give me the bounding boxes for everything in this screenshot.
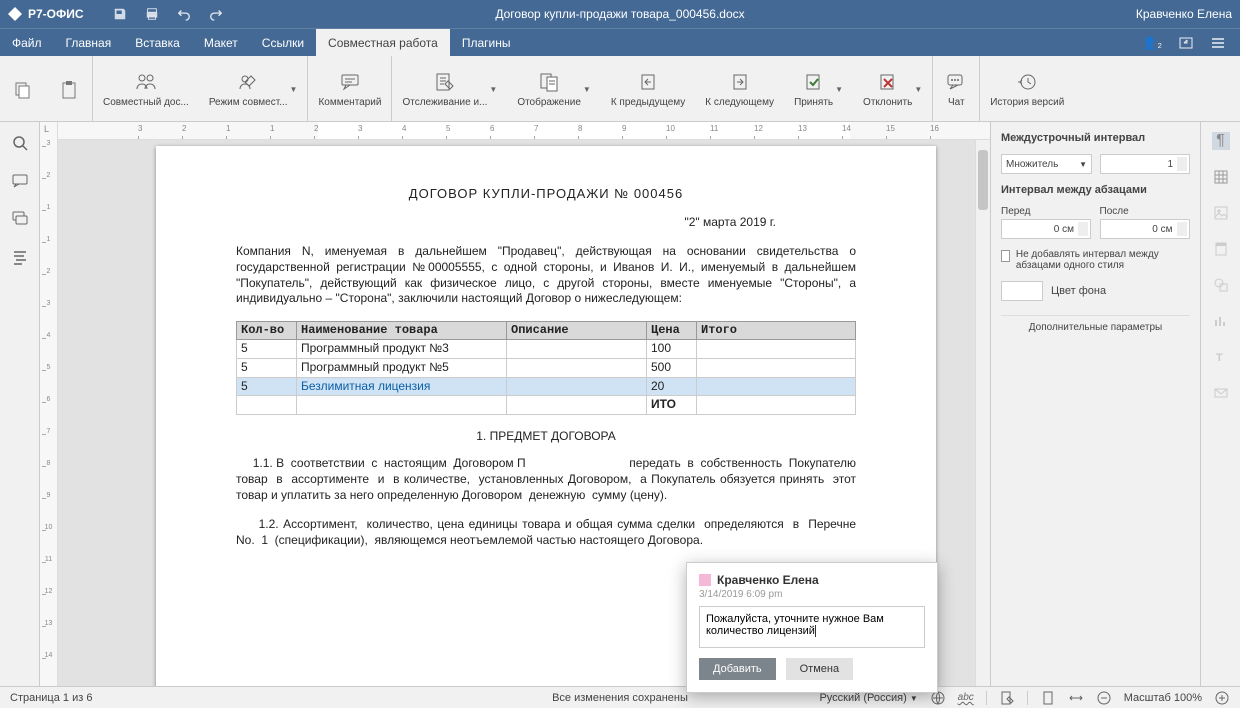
version-history-button[interactable]: История версий bbox=[980, 56, 1074, 121]
comment-textarea[interactable]: Пожалуйста, уточните нужное Вам количест… bbox=[699, 606, 925, 648]
chevron-down-icon[interactable]: ▼ bbox=[487, 85, 497, 94]
collaboration-toolbar: Совместный дос... Режим совмест...▼ Комм… bbox=[0, 56, 1240, 122]
display-mode-button[interactable]: Отображение▼ bbox=[507, 56, 601, 121]
paragraph-spacing-label: Интервал между абзацами bbox=[1001, 184, 1190, 196]
image-settings-icon[interactable] bbox=[1212, 204, 1230, 222]
menu-collaboration[interactable]: Совместная работа bbox=[316, 29, 450, 56]
chat-button[interactable]: Чат bbox=[933, 56, 979, 121]
spellcheck-toggle-icon[interactable]: abc bbox=[958, 690, 974, 706]
intro-paragraph: Компания N, именуемая в дальнейшем "Прод… bbox=[236, 244, 856, 306]
section-header: 1. ПРЕДМЕТ ДОГОВОРА bbox=[236, 429, 856, 445]
comment-timestamp: 3/14/2019 6:09 pm bbox=[699, 589, 925, 600]
sharing-button[interactable]: Совместный дос... bbox=[93, 56, 199, 121]
bg-color-swatch[interactable] bbox=[1001, 281, 1043, 301]
vertical-scrollbar[interactable] bbox=[975, 140, 990, 686]
chevron-down-icon[interactable]: ▼ bbox=[833, 85, 843, 94]
right-toolbar: ¶ T bbox=[1200, 122, 1240, 686]
menu-references[interactable]: Ссылки bbox=[250, 29, 316, 56]
coediting-mode-button[interactable]: Режим совмест...▼ bbox=[199, 56, 308, 121]
paste-button[interactable] bbox=[46, 56, 92, 121]
app-logo: Р7-ОФИС bbox=[8, 7, 84, 21]
language-selector[interactable]: Русский (Россия) ▼ bbox=[819, 692, 917, 704]
print-icon[interactable] bbox=[144, 6, 160, 22]
document-title: Договор купли-продажи товара_000456.docx bbox=[495, 7, 744, 21]
open-location-icon[interactable] bbox=[1178, 35, 1194, 51]
menu-insert[interactable]: Вставка bbox=[123, 29, 192, 56]
comments-icon[interactable] bbox=[11, 172, 29, 190]
undo-icon[interactable] bbox=[176, 6, 192, 22]
menu-file[interactable]: Файл bbox=[0, 29, 54, 56]
menu-bar: Файл Главная Вставка Макет Ссылки Совмес… bbox=[0, 28, 1240, 56]
spacing-after-input[interactable]: 0 см bbox=[1100, 219, 1190, 239]
line-spacing-select[interactable]: Множитель▼ bbox=[1001, 154, 1092, 174]
contract-date: "2" марта 2019 г. bbox=[236, 215, 776, 231]
user-color-swatch bbox=[699, 574, 711, 586]
table-settings-icon[interactable] bbox=[1212, 168, 1230, 186]
add-comment-button[interactable]: Комментарий bbox=[308, 56, 391, 121]
advanced-settings-link[interactable]: Дополнительные параметры bbox=[1001, 315, 1190, 333]
zoom-out-icon[interactable] bbox=[1096, 690, 1112, 706]
page-indicator[interactable]: Страница 1 из 6 bbox=[10, 692, 92, 704]
previous-change-button[interactable]: К предыдущему bbox=[601, 56, 695, 121]
menu-home[interactable]: Главная bbox=[54, 29, 124, 56]
status-bar: Страница 1 из 6 Все изменения сохранены … bbox=[0, 686, 1240, 708]
next-change-button[interactable]: К следующему bbox=[695, 56, 784, 121]
zoom-in-icon[interactable] bbox=[1214, 690, 1230, 706]
title-bar: Р7-ОФИС Договор купли-продажи товара_000… bbox=[0, 0, 1240, 28]
clause-1-1: 1.1. В соответствии с настоящим Договоро… bbox=[236, 456, 856, 503]
copy-button[interactable] bbox=[0, 56, 46, 121]
app-name: Р7-ОФИС bbox=[28, 7, 84, 21]
line-spacing-label: Междустрочный интервал bbox=[1001, 132, 1190, 144]
chat-panel-icon[interactable] bbox=[11, 210, 29, 228]
reject-button[interactable]: Отклонить▼ bbox=[853, 56, 932, 121]
spacing-before-input[interactable]: 0 см bbox=[1001, 219, 1091, 239]
table-row: 5Программный продукт №3100 bbox=[237, 340, 856, 359]
chart-settings-icon[interactable] bbox=[1212, 312, 1230, 330]
search-icon[interactable] bbox=[11, 134, 29, 152]
paragraph-settings-icon[interactable]: ¶ bbox=[1212, 132, 1230, 150]
header-footer-icon[interactable] bbox=[1212, 240, 1230, 258]
accept-button[interactable]: Принять▼ bbox=[784, 56, 853, 121]
comment-editor-popup: Кравченко Елена 3/14/2019 6:09 pm Пожалу… bbox=[686, 562, 938, 693]
save-icon[interactable] bbox=[112, 6, 128, 22]
user-name[interactable]: Кравченко Елена bbox=[1136, 7, 1232, 21]
cancel-comment-button[interactable]: Отмена bbox=[786, 658, 853, 680]
add-comment-confirm-button[interactable]: Добавить bbox=[699, 658, 776, 680]
fit-width-icon[interactable] bbox=[1068, 690, 1084, 706]
track-changes-status-icon[interactable] bbox=[999, 690, 1015, 706]
goods-table: Кол-во Наименование товара Описание Цена… bbox=[236, 321, 856, 415]
contract-title: ДОГОВОР КУПЛИ-ПРОДАЖИ № 000456 bbox=[236, 186, 856, 203]
left-toolbar bbox=[0, 122, 40, 686]
comment-author: Кравченко Елена bbox=[717, 573, 819, 587]
redo-icon[interactable] bbox=[208, 6, 224, 22]
chevron-down-icon[interactable]: ▼ bbox=[581, 85, 591, 94]
table-row: 5Программный продукт №5500 bbox=[237, 359, 856, 378]
zoom-level[interactable]: Масштаб 100% bbox=[1124, 692, 1202, 704]
vertical-ruler: 3211234567891011121314 bbox=[40, 122, 58, 686]
navigation-icon[interactable] bbox=[11, 248, 29, 266]
no-spacing-checkbox[interactable]: Не добавлять интервал между абзацами одн… bbox=[1001, 249, 1190, 271]
chevron-down-icon[interactable]: ▼ bbox=[288, 85, 298, 94]
line-spacing-value[interactable]: 1 bbox=[1100, 154, 1190, 174]
menu-layout[interactable]: Макет bbox=[192, 29, 250, 56]
chevron-down-icon[interactable]: ▼ bbox=[912, 85, 922, 94]
horizontal-ruler: 32112345678910111213141516 bbox=[58, 122, 990, 140]
paragraph-settings-panel: Междустрочный интервал Множитель▼ 1 Инте… bbox=[990, 122, 1200, 686]
textart-settings-icon[interactable]: T bbox=[1212, 348, 1230, 366]
menu-plugins[interactable]: Плагины bbox=[450, 29, 523, 56]
fit-page-icon[interactable] bbox=[1040, 690, 1056, 706]
save-status: Все изменения сохранены bbox=[552, 692, 688, 704]
hamburger-icon[interactable] bbox=[1210, 35, 1226, 51]
logo-icon bbox=[8, 7, 22, 21]
table-row: ИТО bbox=[237, 396, 856, 415]
svg-text:T: T bbox=[1216, 352, 1223, 364]
table-row: 5Безлимитная лицензия20 bbox=[237, 377, 856, 396]
clause-1-2: 1.2. Ассортимент, количество, цена едини… bbox=[236, 517, 856, 548]
shape-settings-icon[interactable] bbox=[1212, 276, 1230, 294]
users-icon[interactable]: 👤₂ bbox=[1142, 36, 1162, 50]
mailmerge-icon[interactable] bbox=[1212, 384, 1230, 402]
track-changes-button[interactable]: Отслеживание и...▼ bbox=[392, 56, 507, 121]
